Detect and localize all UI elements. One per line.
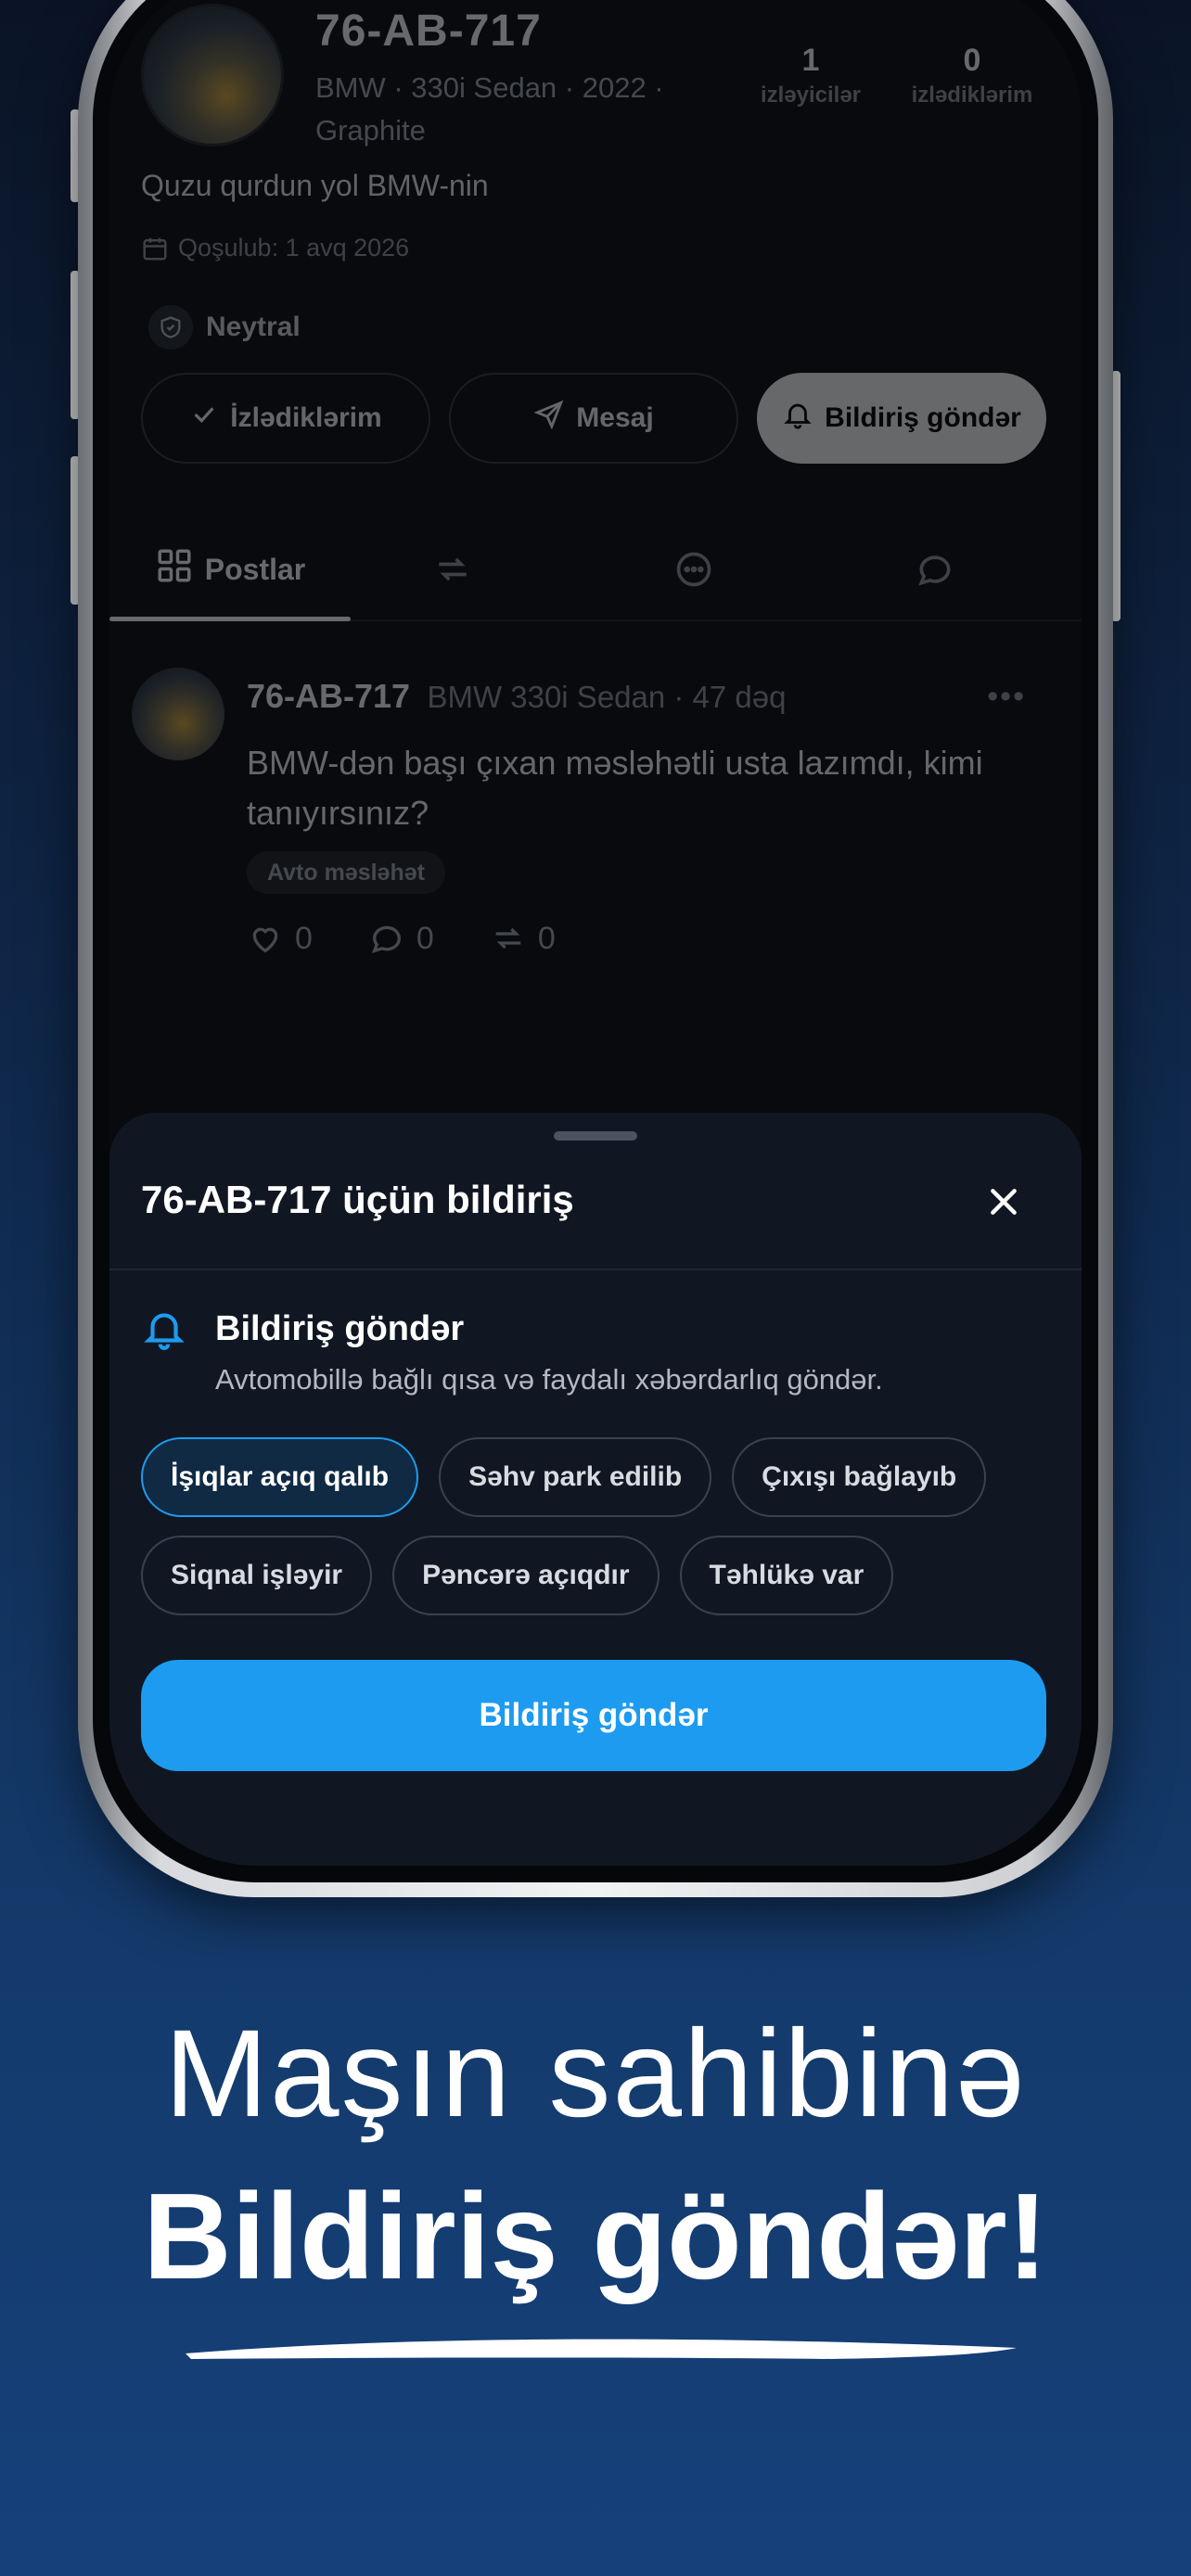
comment-icon xyxy=(371,925,401,953)
tab-active-underline xyxy=(109,617,351,621)
more-options-icon[interactable]: ••• xyxy=(987,679,1026,715)
profile-page: 76-AB-717 BMW · 330i Sedan · 2022 · Grap… xyxy=(109,0,1082,1131)
send-icon xyxy=(533,399,565,438)
phone-screen: 76-AB-717 BMW · 330i Sedan · 2022 · Grap… xyxy=(109,0,1082,1866)
grid-icon xyxy=(155,546,194,593)
profile-car-model-line2: Graphite xyxy=(315,114,426,147)
repost-icon xyxy=(439,557,467,581)
repost-icon xyxy=(495,927,521,950)
following-label: izlədiklərim xyxy=(911,83,1033,108)
calendar-icon xyxy=(143,237,167,260)
marketing-headline-line2: Bildiriş göndər! xyxy=(143,2168,1048,2304)
like-count: 0 xyxy=(295,920,313,956)
sheet-drag-handle[interactable] xyxy=(554,1131,637,1141)
tab-comments[interactable] xyxy=(610,519,777,619)
post-actions: 0 0 0 xyxy=(247,920,556,957)
message-button-label: Mesaj xyxy=(576,402,654,433)
notification-chip-list: İşıqlar açıq qalıb Səhv park edilib Çıxı… xyxy=(141,1437,1050,1615)
followers-label: izləyicilər xyxy=(760,83,862,108)
send-notification-profile-label: Bildiriş göndər xyxy=(825,402,1021,433)
message-button[interactable]: Mesaj xyxy=(449,373,738,464)
shield-icon xyxy=(148,305,193,350)
notification-bottom-sheet: 76-AB-717 üçün bildiriş Bildiriş göndər … xyxy=(109,1113,1082,1866)
comment-button[interactable]: 0 xyxy=(368,920,434,957)
chip-alarm-going[interactable]: Siqnal işləyir xyxy=(141,1536,373,1615)
reputation-label: Neytral xyxy=(206,312,301,342)
comment-dots-icon xyxy=(676,552,711,587)
sheet-title: 76-AB-717 üçün bildiriş xyxy=(141,1178,574,1221)
profile-car-model: BMW · 330i Sedan · 2022 · Graphite xyxy=(315,67,724,152)
following-button[interactable]: İzlədiklərim xyxy=(141,373,430,464)
post-item[interactable]: 76-AB-717 BMW 330i Sedan · 47 dəq ••• BM… xyxy=(109,658,1082,992)
post-author: 76-AB-717 xyxy=(247,677,411,715)
repost-count: 0 xyxy=(537,920,556,956)
post-text: BMW-dən başı çıxan məsləhətli usta lazım… xyxy=(247,744,983,832)
following-button-label: İzlədiklərim xyxy=(230,402,382,433)
tab-reposts[interactable] xyxy=(369,519,536,619)
post-header: 76-AB-717 BMW 330i Sedan · 47 dəq xyxy=(247,677,787,716)
repost-button[interactable]: 0 xyxy=(490,920,556,957)
followers-stat[interactable]: 1 izləyicilər xyxy=(746,43,876,108)
chip-blocking-exit[interactable]: Çıxışı bağlayıb xyxy=(732,1437,987,1517)
post-meta: BMW 330i Sedan · 47 dəq xyxy=(427,680,787,714)
tab-posts[interactable]: Postlar xyxy=(109,519,351,621)
profile-joined: Qoşulub: 1 avq 2026 xyxy=(141,234,409,262)
close-button[interactable] xyxy=(978,1176,1030,1228)
profile-avatar[interactable] xyxy=(141,4,284,147)
notification-section-description: Avtomobillə bağlı qısa və faydalı xəbərd… xyxy=(215,1363,883,1396)
comment-count: 0 xyxy=(416,920,434,956)
marketing-headline-line1: Maşın sahibinə xyxy=(164,2005,1027,2143)
chip-danger[interactable]: Təhlükə var xyxy=(679,1536,894,1615)
heart-icon xyxy=(252,927,278,953)
followers-count: 1 xyxy=(801,43,820,78)
post-avatar[interactable] xyxy=(132,668,224,760)
following-stat[interactable]: 0 izlədiklərim xyxy=(898,43,1046,108)
bell-icon xyxy=(141,1306,187,1357)
tab-discussions[interactable] xyxy=(852,519,1018,619)
notification-section-title: Bildiriş göndər xyxy=(215,1309,465,1348)
close-icon xyxy=(991,1189,1017,1215)
chat-bubble-icon xyxy=(918,555,951,586)
profile-joined-text: Qoşulub: 1 avq 2026 xyxy=(178,234,410,261)
check-icon xyxy=(189,400,219,437)
post-tag[interactable]: Avto məsləhət xyxy=(247,851,445,894)
sheet-divider xyxy=(109,1269,1082,1270)
profile-car-model-line1: BMW · 330i Sedan · 2022 · xyxy=(315,71,664,104)
profile-tabs: Postlar xyxy=(109,519,1082,621)
reputation-badge: Neytral xyxy=(141,297,315,358)
profile-plate: 76-AB-717 xyxy=(315,6,542,56)
like-button[interactable]: 0 xyxy=(247,920,313,957)
profile-bio: Quzu qurdun yol BMW-nin xyxy=(141,169,489,202)
chip-lights-on[interactable]: İşıqlar açıq qalıb xyxy=(141,1437,419,1517)
brush-underline-decoration xyxy=(186,2339,1017,2359)
following-count: 0 xyxy=(963,43,981,78)
bell-icon xyxy=(782,399,813,438)
chip-wrong-parking[interactable]: Səhv park edilib xyxy=(439,1437,712,1517)
send-notification-button[interactable]: Bildiriş göndər xyxy=(141,1660,1046,1771)
tab-posts-label: Postlar xyxy=(204,552,306,586)
send-notification-profile-button[interactable]: Bildiriş göndər xyxy=(757,373,1046,464)
chip-window-open[interactable]: Pəncərə açıqdır xyxy=(392,1536,660,1615)
